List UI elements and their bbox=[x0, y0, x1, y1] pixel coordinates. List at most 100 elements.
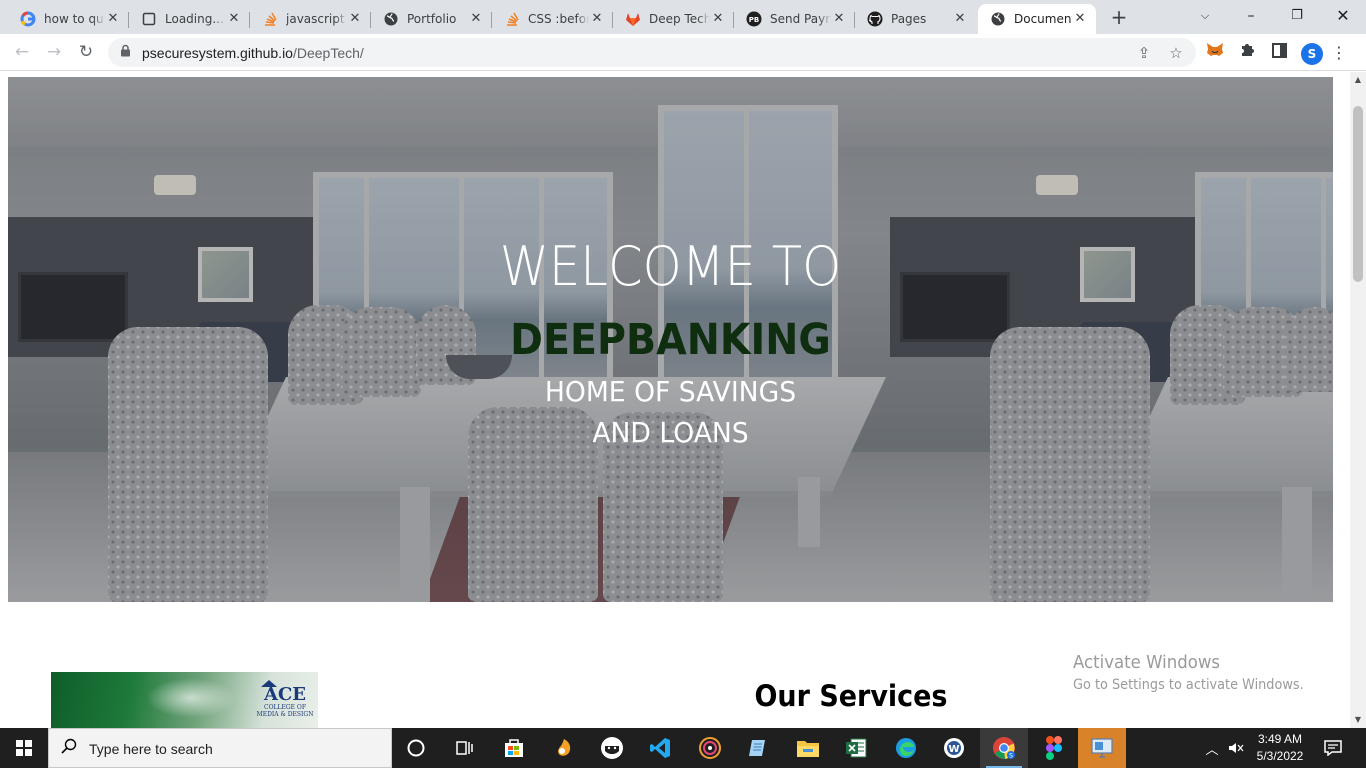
reload-button[interactable]: ↻ bbox=[72, 38, 100, 66]
ace-college-ad-banner[interactable]: ACE COLLEGE OF MEDIA & DESIGN bbox=[51, 672, 318, 728]
vscode-icon[interactable] bbox=[636, 728, 684, 768]
metamask-extension-icon[interactable] bbox=[1204, 42, 1226, 64]
extensions-puzzle-icon[interactable] bbox=[1236, 42, 1258, 64]
hero-banner: WELCOME TO DEEPBANKING HOME OF SAVINGS A… bbox=[8, 77, 1333, 602]
tab-send-payment[interactable]: PB Send Paym ✕ bbox=[734, 4, 855, 34]
close-icon[interactable]: ✕ bbox=[1072, 11, 1088, 27]
paybill-icon: PB bbox=[746, 11, 762, 27]
notification-center-icon[interactable] bbox=[1318, 728, 1348, 768]
start-button[interactable] bbox=[0, 728, 48, 768]
tab-portfolio[interactable]: Portfolio ✕ bbox=[371, 4, 492, 34]
side-panel-icon[interactable] bbox=[1268, 42, 1290, 64]
close-icon[interactable]: ✕ bbox=[710, 11, 726, 27]
share-icon[interactable]: ⇪ bbox=[1134, 43, 1154, 63]
hero-brand-name: DEEPBANKING bbox=[510, 315, 831, 365]
tab-title: Send Paym bbox=[770, 12, 831, 26]
close-icon[interactable]: ✕ bbox=[226, 11, 242, 27]
close-window-button[interactable]: ✕ bbox=[1320, 2, 1366, 30]
stackoverflow-icon bbox=[262, 11, 278, 27]
page-scrollbar[interactable]: ▲ ▼ bbox=[1350, 72, 1366, 728]
hero-welcome-heading: WELCOME TO bbox=[499, 235, 842, 298]
cortana-icon[interactable] bbox=[392, 728, 440, 768]
tab-title: Loading... bbox=[165, 12, 224, 26]
globe-icon bbox=[990, 11, 1006, 27]
search-placeholder: Type here to search bbox=[89, 741, 213, 757]
store-icon[interactable] bbox=[490, 728, 538, 768]
clock-date: 5/3/2022 bbox=[1256, 749, 1304, 763]
media-player-icon[interactable] bbox=[686, 728, 734, 768]
notepad-icon[interactable] bbox=[734, 728, 782, 768]
tab-title: Portfolio bbox=[407, 12, 457, 26]
url-path: /DeepTech/ bbox=[292, 45, 364, 61]
forward-button[interactable]: → bbox=[40, 38, 68, 66]
tab-search-chevron-icon[interactable]: ⌵ bbox=[1182, 2, 1228, 30]
github-icon bbox=[867, 11, 883, 27]
tab-loading[interactable]: Loading... ✕ bbox=[129, 4, 250, 34]
figma-icon[interactable] bbox=[1030, 728, 1078, 768]
close-icon[interactable]: ✕ bbox=[589, 11, 605, 27]
close-icon[interactable]: ✕ bbox=[831, 11, 847, 27]
menu-kebab-icon[interactable]: ⋮ bbox=[1328, 42, 1350, 64]
tab-title: how to qu bbox=[44, 12, 104, 26]
svg-text:PB: PB bbox=[749, 16, 759, 24]
tab-title: CSS :befor bbox=[528, 12, 589, 26]
tab-css-before[interactable]: CSS :befor ✕ bbox=[492, 4, 613, 34]
url-text: psecuresystem.github.io/DeepTech/ bbox=[142, 45, 364, 61]
globe-icon bbox=[383, 11, 399, 27]
close-icon[interactable]: ✕ bbox=[468, 11, 484, 27]
hero-subtitle-line2: AND LOANS bbox=[592, 416, 749, 449]
browser-tab-strip: how to qu ✕ Loading... ✕ javascript - ✕ … bbox=[0, 0, 1366, 34]
clock-time: 3:49 AM bbox=[1257, 732, 1303, 746]
scroll-down-arrow-icon[interactable]: ▼ bbox=[1350, 712, 1366, 728]
close-icon[interactable]: ✕ bbox=[105, 11, 121, 27]
hero-text: WELCOME TO DEEPBANKING HOME OF SAVINGS A… bbox=[8, 77, 1333, 602]
address-bar[interactable]: psecuresystem.github.io/DeepTech/ ⇪ ☆ bbox=[108, 38, 1196, 67]
tab-google-search[interactable]: how to qu ✕ bbox=[8, 4, 129, 34]
task-view-icon[interactable] bbox=[440, 728, 488, 768]
game-icon[interactable] bbox=[588, 728, 636, 768]
tab-javascript[interactable]: javascript - ✕ bbox=[250, 4, 371, 34]
watermark-subtitle: Go to Settings to activate Windows. bbox=[1073, 677, 1304, 693]
tab-pages[interactable]: Pages ✕ bbox=[855, 4, 976, 34]
file-explorer-icon[interactable] bbox=[784, 728, 832, 768]
new-tab-button[interactable]: + bbox=[1107, 6, 1131, 30]
remote-desktop-icon[interactable] bbox=[1078, 728, 1126, 768]
services-heading: Our Services bbox=[754, 679, 948, 713]
fl-studio-icon[interactable] bbox=[540, 728, 588, 768]
taskbar-clock[interactable]: 3:49 AM 5/3/2022 bbox=[1248, 731, 1312, 765]
volume-muted-icon[interactable] bbox=[1224, 728, 1248, 768]
ace-logo: ACE COLLEGE OF MEDIA & DESIGN bbox=[256, 686, 314, 719]
back-button[interactable]: ← bbox=[8, 38, 36, 66]
restore-button[interactable]: ❐ bbox=[1274, 2, 1320, 30]
browser-toolbar: ← → ↻ psecuresystem.github.io/DeepTech/ … bbox=[0, 34, 1366, 71]
taskbar-search-box[interactable]: Type here to search bbox=[48, 728, 392, 768]
edge-icon[interactable] bbox=[882, 728, 930, 768]
word-icon[interactable]: W bbox=[930, 728, 978, 768]
ace-logo-subtext: COLLEGE OF MEDIA & DESIGN bbox=[256, 704, 314, 718]
close-icon[interactable]: ✕ bbox=[952, 11, 968, 27]
lock-icon[interactable] bbox=[120, 44, 131, 60]
tab-title: Pages bbox=[891, 12, 927, 26]
svg-text:S: S bbox=[1009, 753, 1013, 760]
minimize-button[interactable]: – bbox=[1228, 2, 1274, 30]
chrome-icon[interactable]: S bbox=[980, 728, 1028, 768]
tab-deep-tech[interactable]: Deep Tech ✕ bbox=[613, 4, 734, 34]
windows-taskbar: Type here to search W S ︿ 3:49 AM 5/3/20… bbox=[0, 728, 1366, 768]
windows-logo-icon bbox=[16, 740, 32, 756]
bookmark-star-icon[interactable]: ☆ bbox=[1166, 43, 1186, 63]
tab-title: Document bbox=[1014, 12, 1072, 26]
google-icon bbox=[20, 11, 36, 27]
hero-subtitle-line1: HOME OF SAVINGS bbox=[544, 375, 797, 408]
svg-text:W: W bbox=[948, 744, 959, 755]
page-icon bbox=[141, 11, 157, 27]
scrollbar-thumb[interactable] bbox=[1353, 106, 1363, 282]
show-hidden-icons-chevron-icon[interactable]: ︿ bbox=[1200, 728, 1224, 768]
excel-icon[interactable] bbox=[832, 728, 880, 768]
activate-windows-watermark: Activate Windows Go to Settings to activ… bbox=[1073, 652, 1324, 693]
tab-document-active[interactable]: Document ✕ bbox=[978, 4, 1096, 34]
page-viewport: WELCOME TO DEEPBANKING HOME OF SAVINGS A… bbox=[0, 72, 1350, 728]
profile-avatar[interactable]: S bbox=[1301, 43, 1323, 65]
close-icon[interactable]: ✕ bbox=[347, 11, 363, 27]
ad-smoke-graphic bbox=[146, 678, 236, 718]
scroll-up-arrow-icon[interactable]: ▲ bbox=[1350, 72, 1366, 88]
